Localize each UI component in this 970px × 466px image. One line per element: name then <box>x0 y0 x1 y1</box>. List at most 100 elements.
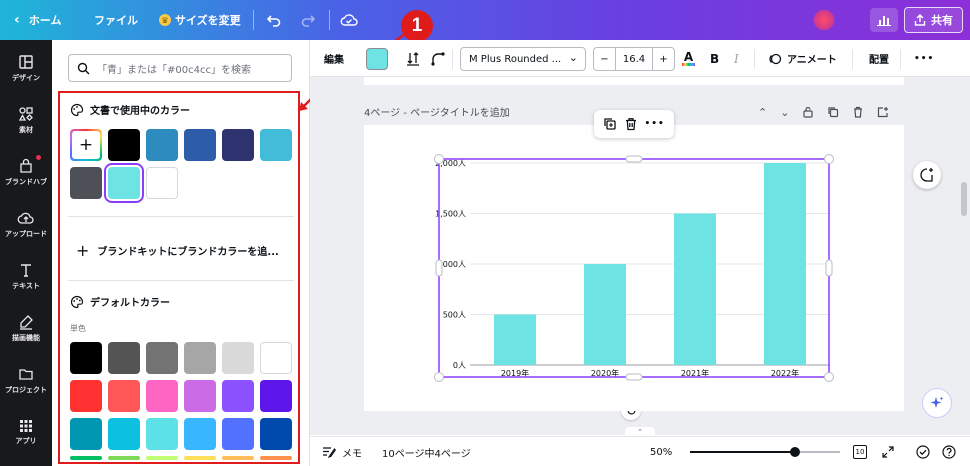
resize-handle-corner[interactable] <box>824 154 834 164</box>
redo-button[interactable] <box>300 0 316 40</box>
more-icon[interactable]: ••• <box>644 119 664 129</box>
rail-label: テキスト <box>12 281 40 290</box>
zoom-slider-thumb[interactable] <box>790 447 800 457</box>
crown-icon: ♛ <box>159 14 171 26</box>
fullscreen-button[interactable] <box>882 437 894 466</box>
insights-button[interactable] <box>870 8 898 32</box>
zoom-slider[interactable] <box>690 447 840 457</box>
comment-button[interactable] <box>913 161 941 189</box>
comment-add-icon <box>920 168 933 182</box>
resize-button[interactable]: ♛ サイズを変更 <box>159 0 241 40</box>
share-button[interactable]: 共有 <box>904 7 963 33</box>
search-icon <box>77 62 90 74</box>
rail-label: 素材 <box>19 125 33 134</box>
text-color-button[interactable]: A <box>682 40 695 77</box>
fill-color-button[interactable] <box>366 48 388 70</box>
lock-icon[interactable] <box>802 106 814 118</box>
divider <box>754 49 755 69</box>
trash-icon[interactable] <box>624 117 638 131</box>
help-button[interactable] <box>942 437 956 466</box>
divider <box>452 49 453 69</box>
add-page-icon[interactable] <box>877 106 889 118</box>
share-icon <box>914 14 926 26</box>
resize-handle-corner[interactable] <box>434 154 444 164</box>
divider <box>900 49 901 69</box>
resize-handle-side[interactable] <box>825 259 833 277</box>
rail-label: ブランドハブ <box>5 177 47 186</box>
more-options-button[interactable]: ••• <box>914 40 934 77</box>
expand-icon <box>882 446 894 458</box>
bar <box>764 163 806 365</box>
home-label: ホーム <box>28 14 62 27</box>
grid-view-button[interactable]: 10 <box>853 445 867 459</box>
draw-icon <box>20 314 33 330</box>
page-counter[interactable]: 10ページ中4ページ <box>382 437 471 466</box>
animate-button[interactable]: アニメート <box>768 40 837 77</box>
notes-button[interactable]: メモ <box>322 437 362 466</box>
duplicate-icon[interactable] <box>603 117 617 131</box>
search-placeholder: 「青」または「#00c4cc」を検索 <box>97 64 251 76</box>
rail-item-upload[interactable]: アップロード <box>0 198 52 250</box>
vertical-scrollbar[interactable] <box>961 182 967 216</box>
spacing-button[interactable] <box>406 40 420 77</box>
edit-button[interactable]: 編集 <box>324 40 344 77</box>
color-search-input[interactable]: 「青」または「#00c4cc」を検索 <box>68 54 292 82</box>
bar <box>584 264 626 365</box>
magic-assistant-button[interactable] <box>922 388 952 418</box>
file-label: ファイル <box>94 14 138 27</box>
divider <box>852 49 853 69</box>
rail-item-text[interactable]: テキスト <box>0 250 52 302</box>
line-style-button[interactable] <box>430 40 446 77</box>
avatar[interactable] <box>812 10 836 30</box>
undo-button[interactable] <box>266 0 282 40</box>
home-button[interactable]: ‹ ホーム <box>14 0 61 40</box>
folder-icon <box>19 368 33 380</box>
resize-handle-side[interactable] <box>625 373 643 381</box>
text-color-icon: A <box>683 49 694 64</box>
animate-icon <box>769 53 782 64</box>
resize-handle-corner[interactable] <box>434 372 444 382</box>
font-size-increase-button[interactable]: + <box>652 48 674 70</box>
duplicate-page-icon[interactable] <box>827 106 839 118</box>
page-title[interactable]: 4ページ - ページタイトルを追加 <box>364 104 510 119</box>
show-pages-handle[interactable]: ⌃ <box>625 427 655 436</box>
divider <box>253 10 254 30</box>
resize-handle-side[interactable] <box>435 259 443 277</box>
resize-handle-side[interactable] <box>625 155 643 163</box>
resize-handle-corner[interactable] <box>824 372 834 382</box>
bar-chart-icon <box>877 16 891 26</box>
chevron-left-icon: ‹ <box>14 12 20 28</box>
zoom-level[interactable]: 50% <box>650 437 672 466</box>
trash-icon[interactable] <box>852 106 864 118</box>
check-button[interactable] <box>916 437 930 466</box>
cloud-save-button[interactable] <box>340 0 358 40</box>
chevron-up-icon[interactable]: ⌃ <box>758 106 767 119</box>
file-menu-button[interactable]: ファイル <box>94 0 138 40</box>
bar-chart[interactable]: 0人500人1,000人1,500人2,000人2019年 2020年 2021年 2… <box>364 125 904 411</box>
top-bar: ‹ ホーム ファイル ♛ サイズを変更 共有 <box>0 0 970 40</box>
bottom-bar: メモ 10ページ中4ページ 50% 10 <box>310 436 970 466</box>
italic-button[interactable]: I <box>734 40 739 77</box>
chevron-down-icon[interactable]: ⌄ <box>780 106 789 119</box>
bold-button[interactable]: B <box>710 40 719 77</box>
font-size-decrease-button[interactable]: − <box>594 48 616 70</box>
context-toolbar: 編集 M Plus Rounded ... ⌄ − 16.4 + A B I ア… <box>310 40 970 77</box>
font-size-input[interactable]: 16.4 <box>616 48 652 70</box>
font-select[interactable]: M Plus Rounded ... ⌄ <box>460 47 586 71</box>
elements-icon <box>18 106 33 121</box>
element-quick-menu: ••• <box>594 110 674 138</box>
design-page[interactable]: 0人 500人 1,000人 1,500人 2,000人 2019年 2020年 2021年 2… <box>364 125 904 411</box>
rail-item-elements[interactable]: 素材 <box>0 94 52 146</box>
position-button[interactable]: 配置 <box>869 40 889 77</box>
rail-item-brand-hub[interactable]: ブランドハブ <box>0 146 52 198</box>
rail-item-design[interactable]: デザイン <box>0 42 52 94</box>
rail-item-draw[interactable]: 描画機能 <box>0 302 52 354</box>
rail-item-projects[interactable]: プロジェクト <box>0 354 52 406</box>
rail-label: アップロード <box>5 229 47 238</box>
notes-label: メモ <box>342 448 362 460</box>
font-name: M Plus Rounded ... <box>469 53 562 65</box>
font-size-stepper: − 16.4 + <box>593 47 675 71</box>
upload-icon <box>17 212 34 224</box>
rail-item-apps[interactable]: アプリ <box>0 406 52 458</box>
rail-label: 描画機能 <box>12 333 40 342</box>
